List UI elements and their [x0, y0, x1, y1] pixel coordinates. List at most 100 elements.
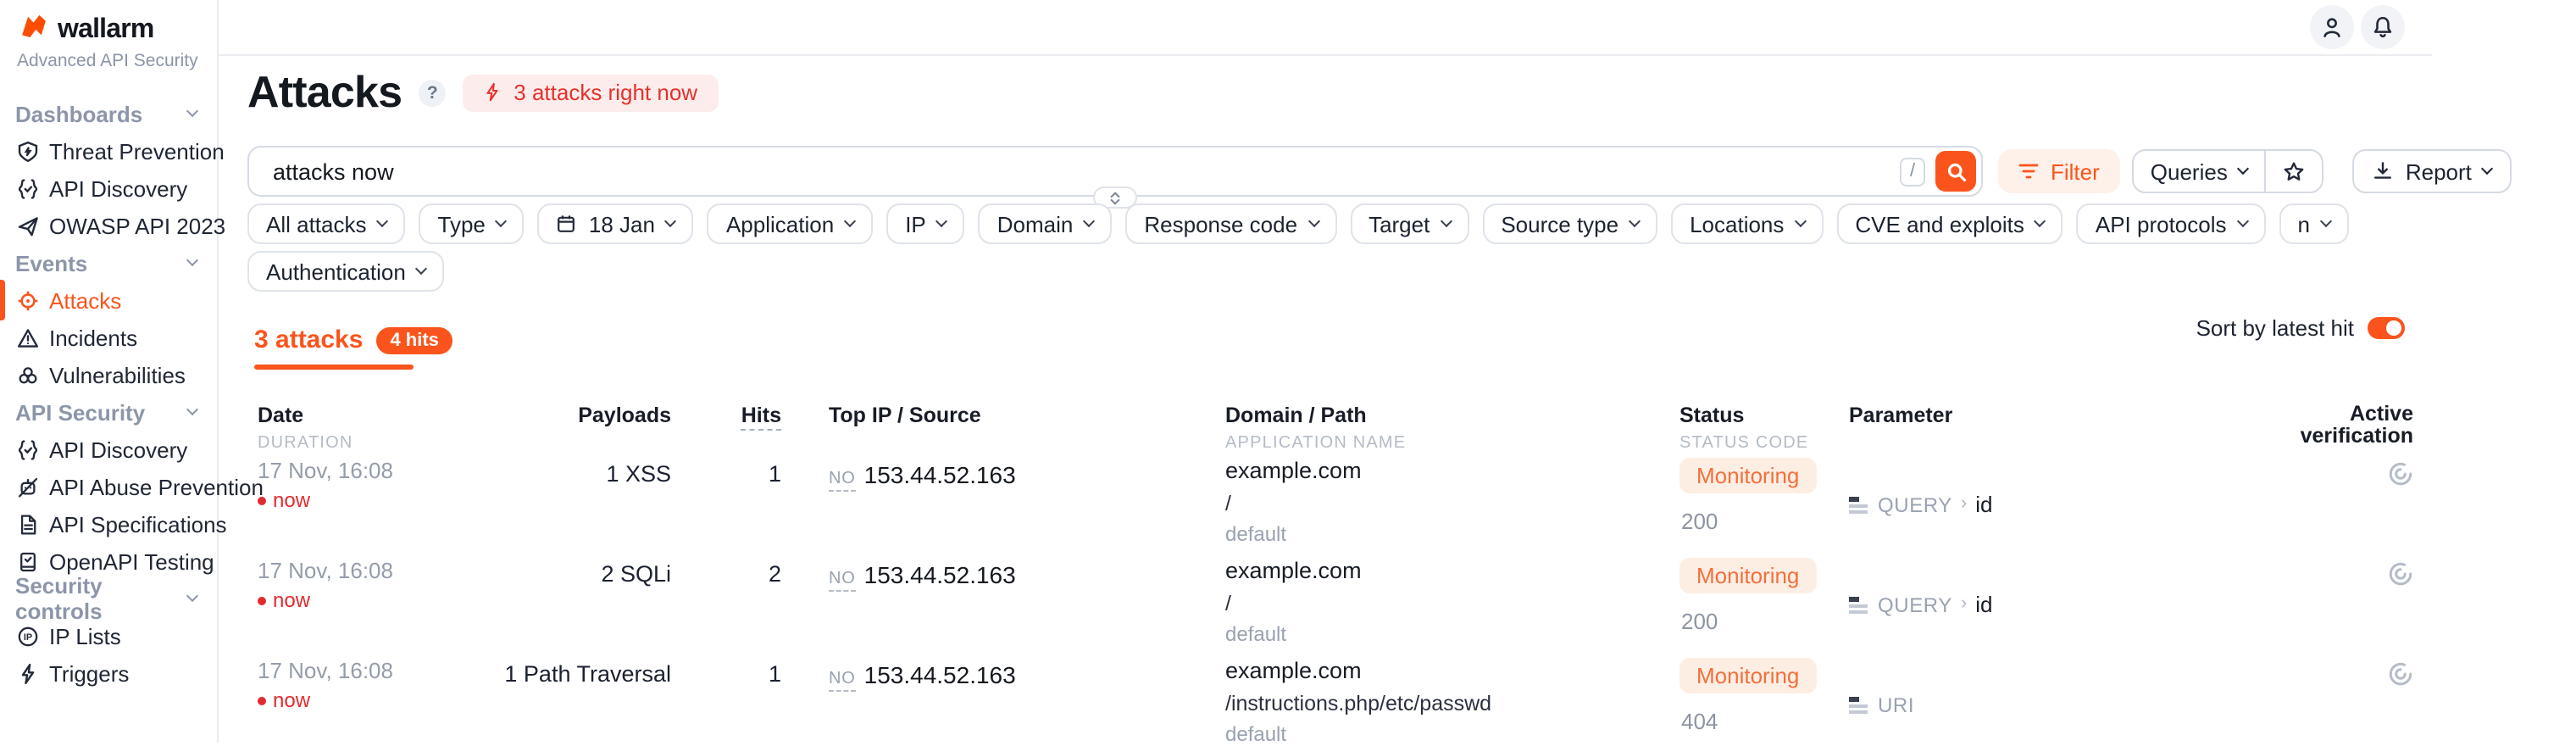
filter-chip-cve-exploits[interactable]: CVE and exploits — [1836, 203, 2062, 244]
wallarm-console: wallarm Advanced API Security Dashboards… — [0, 0, 2576, 743]
sidebar-item-triggers[interactable]: Triggers — [0, 654, 217, 692]
attack-path: / — [1225, 492, 1679, 515]
country-code[interactable]: NO — [829, 570, 856, 592]
shield-bolt-icon — [17, 140, 39, 162]
queries-group: Queries — [2132, 149, 2324, 193]
table-row[interactable]: 17 Nov, 16:08 now 1 XSS 1 NO 153.44.52.1… — [258, 458, 2413, 546]
sort-label: Sort by latest hit — [2196, 315, 2354, 341]
verification-spinner-icon[interactable] — [2388, 561, 2413, 587]
table-row[interactable]: 17 Nov, 16:08 now 1 Path Traversal 1 NO … — [258, 658, 2413, 746]
brand-subtitle: Advanced API Security — [17, 51, 217, 71]
filter-chip-api-protocols[interactable]: API protocols — [2077, 203, 2266, 244]
col-hits[interactable]: Hits — [671, 404, 781, 453]
filter-chip-target[interactable]: Target — [1350, 203, 1468, 244]
filter-chip-all-attacks[interactable]: All attacks — [247, 203, 406, 244]
attack-date: 17 Nov, 16:08 — [258, 658, 478, 683]
chevron-down-icon — [496, 215, 508, 227]
sidebar-item-attacks[interactable]: Attacks — [0, 281, 217, 319]
sidebar-item-api-specifications[interactable]: API Specifications — [0, 505, 217, 543]
sidebar-item-openapi-testing[interactable]: OpenAPI Testing — [0, 543, 217, 580]
filter-chip-application[interactable]: Application — [708, 203, 873, 244]
source-ip[interactable]: 153.44.52.163 — [864, 661, 1016, 688]
sidebar-section-api-security[interactable]: API Security — [0, 393, 217, 431]
filter-chip-source-type[interactable]: Source type — [1482, 203, 1657, 244]
attack-hits: 1 — [671, 658, 781, 746]
table-row[interactable]: 17 Nov, 16:08 now 2 SQLi 2 NO 153.44.52.… — [258, 558, 2413, 646]
search-input[interactable] — [273, 148, 1764, 195]
braces-check-icon — [17, 177, 39, 199]
bolt-icon — [483, 81, 502, 103]
sidebar-section-events[interactable]: Events — [0, 244, 217, 281]
sidebar-item-api-discovery[interactable]: API Discovery — [0, 170, 217, 207]
sidebar-item-threat-prevention[interactable]: Threat Prevention — [0, 132, 217, 170]
col-parameter: Parameter — [1849, 404, 2188, 453]
filter-chip-ip[interactable]: IP — [886, 203, 965, 244]
parameter-location: QUERY — [1878, 593, 1952, 616]
verification-spinner-icon[interactable] — [2388, 461, 2413, 487]
filter-chip-date[interactable]: 18 Jan — [538, 203, 694, 244]
bot-off-icon — [17, 476, 39, 498]
document-icon — [17, 513, 39, 535]
sort-toggle[interactable] — [2368, 317, 2405, 339]
application-name: default — [1225, 522, 1679, 546]
queries-button[interactable]: Queries — [2134, 151, 2265, 192]
sidebar-section-dashboards[interactable]: Dashboards — [0, 95, 217, 132]
country-code[interactable]: NO — [829, 470, 856, 492]
main-area: Attacks ? 3 attacks right now / Filter — [219, 0, 2576, 743]
slash-shortcut-hint: / — [1900, 157, 1925, 186]
sidebar-item-owasp-api[interactable]: OWASP API 2023 — [0, 207, 217, 244]
filter-chip-locations[interactable]: Locations — [1671, 203, 1823, 244]
sidebar-item-api-abuse-prevention[interactable]: API Abuse Prevention — [0, 468, 217, 505]
search-toolbar: / Filter Queries — [247, 146, 2512, 197]
bell-icon — [2371, 15, 2395, 39]
favorite-button[interactable] — [2265, 151, 2323, 192]
sort-control: Sort by latest hit — [2196, 315, 2405, 341]
sidebar-section-security-controls[interactable]: Security controls — [0, 580, 217, 617]
biohazard-icon — [17, 364, 39, 386]
attack-date: 17 Nov, 16:08 — [258, 558, 478, 583]
country-code[interactable]: NO — [829, 670, 856, 692]
status-badge: Monitoring — [1679, 658, 1816, 693]
filter-chip-type[interactable]: Type — [419, 203, 525, 244]
filter-button[interactable]: Filter — [1998, 149, 2120, 193]
sidebar-item-api-discovery-2[interactable]: API Discovery — [0, 431, 217, 468]
filter-chip-clipped[interactable]: n — [2279, 203, 2349, 244]
filter-chip-authentication[interactable]: Authentication — [247, 251, 445, 292]
sidebar-nav: Dashboards Threat Prevention API Discove… — [0, 71, 217, 692]
sidebar-item-vulnerabilities[interactable]: Vulnerabilities — [0, 356, 217, 393]
ip-badge-icon: IP — [17, 625, 39, 647]
filter-chip-response-code[interactable]: Response code — [1125, 203, 1336, 244]
help-icon[interactable]: ? — [419, 79, 446, 106]
source-ip[interactable]: 153.44.52.163 — [864, 461, 1016, 488]
user-button[interactable] — [2310, 5, 2354, 49]
attack-hits: 1 — [671, 458, 781, 546]
hits-count-badge: 4 hits — [376, 326, 452, 354]
sidebar-item-ip-lists[interactable]: IP IP Lists — [0, 617, 217, 654]
report-button[interactable]: Report — [2353, 149, 2512, 193]
application-name: default — [1225, 622, 1679, 646]
notifications-button[interactable] — [2361, 5, 2405, 49]
chevron-down-icon — [1629, 215, 1641, 227]
col-date: Date DURATION — [258, 404, 478, 453]
source-ip[interactable]: 153.44.52.163 — [864, 561, 1016, 588]
chevron-down-icon — [2482, 163, 2494, 175]
verification-spinner-icon[interactable] — [2388, 661, 2413, 687]
parameter-location-icon — [1849, 496, 1869, 513]
col-status: Status STATUS CODE — [1679, 404, 1849, 453]
attacks-count-label[interactable]: 3 attacks — [254, 326, 363, 354]
calendar-icon — [557, 214, 577, 234]
live-dot — [258, 496, 266, 504]
search-button[interactable] — [1935, 151, 1976, 192]
logo[interactable]: wallarm Advanced API Security — [0, 0, 217, 71]
chevron-down-icon — [844, 215, 856, 227]
chevron-down-icon — [1440, 215, 1452, 227]
attack-payloads: 1 Path Traversal — [478, 658, 671, 746]
live-attacks-badge: 3 attacks right now — [463, 74, 718, 111]
filter-chip-domain[interactable]: Domain — [979, 203, 1113, 244]
sidebar-item-incidents[interactable]: Incidents — [0, 319, 217, 356]
chevron-down-icon — [2035, 215, 2046, 227]
col-domain: Domain / Path APPLICATION NAME — [1225, 404, 1679, 453]
title-row: Attacks ? 3 attacks right now — [247, 66, 718, 119]
active-tab-underline — [254, 365, 414, 370]
attack-duration: now — [273, 488, 310, 512]
